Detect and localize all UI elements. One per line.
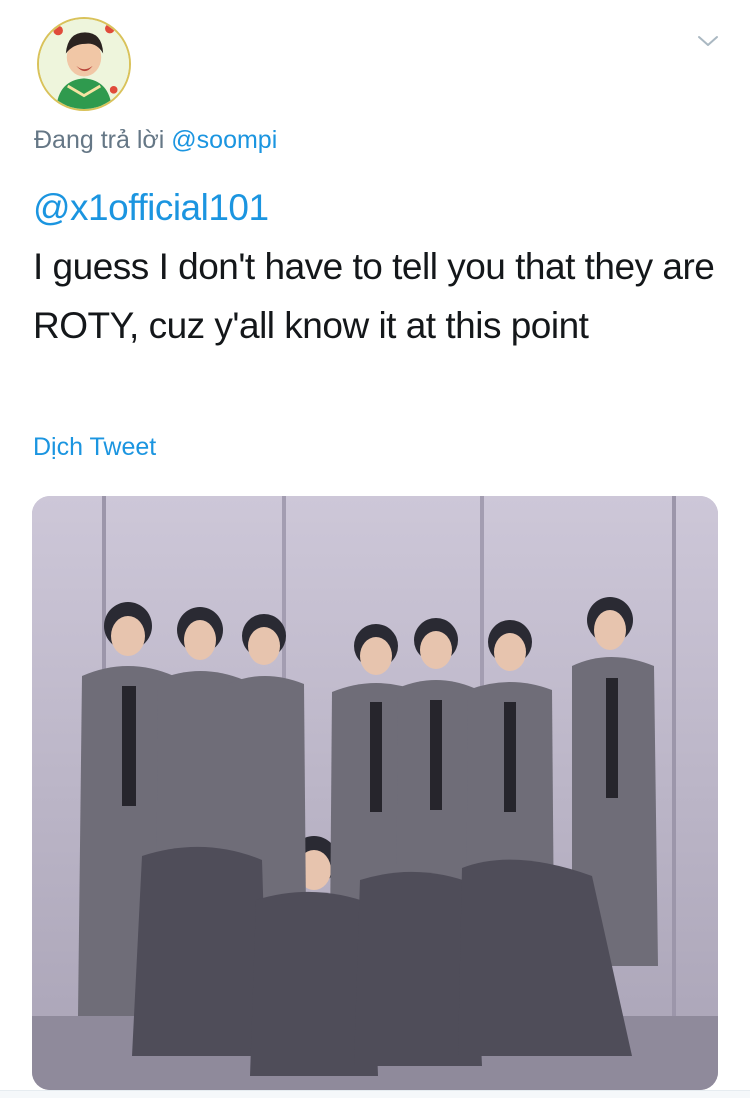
tweet-body: I guess I don't have to tell you that th… [33,246,715,346]
translate-tweet-link[interactable]: Dịch Tweet [33,433,156,462]
faded-display-name [150,55,450,85]
group-photo-illustration [32,496,718,1090]
avatar-illustration [39,19,129,109]
group-photo[interactable] [32,496,718,1090]
chevron-down-icon[interactable] [693,26,723,56]
reply-prefix: Đang trả lời [34,126,165,154]
reply-context: Đang trả lời @soompi [34,126,277,155]
tweet-text: @x1official101 I guess I don't have to t… [33,178,733,355]
user-avatar[interactable] [37,17,131,111]
reply-to-handle-link[interactable]: @soompi [171,126,277,154]
mention-link[interactable]: @x1official101 [33,178,733,237]
divider [0,1090,750,1098]
